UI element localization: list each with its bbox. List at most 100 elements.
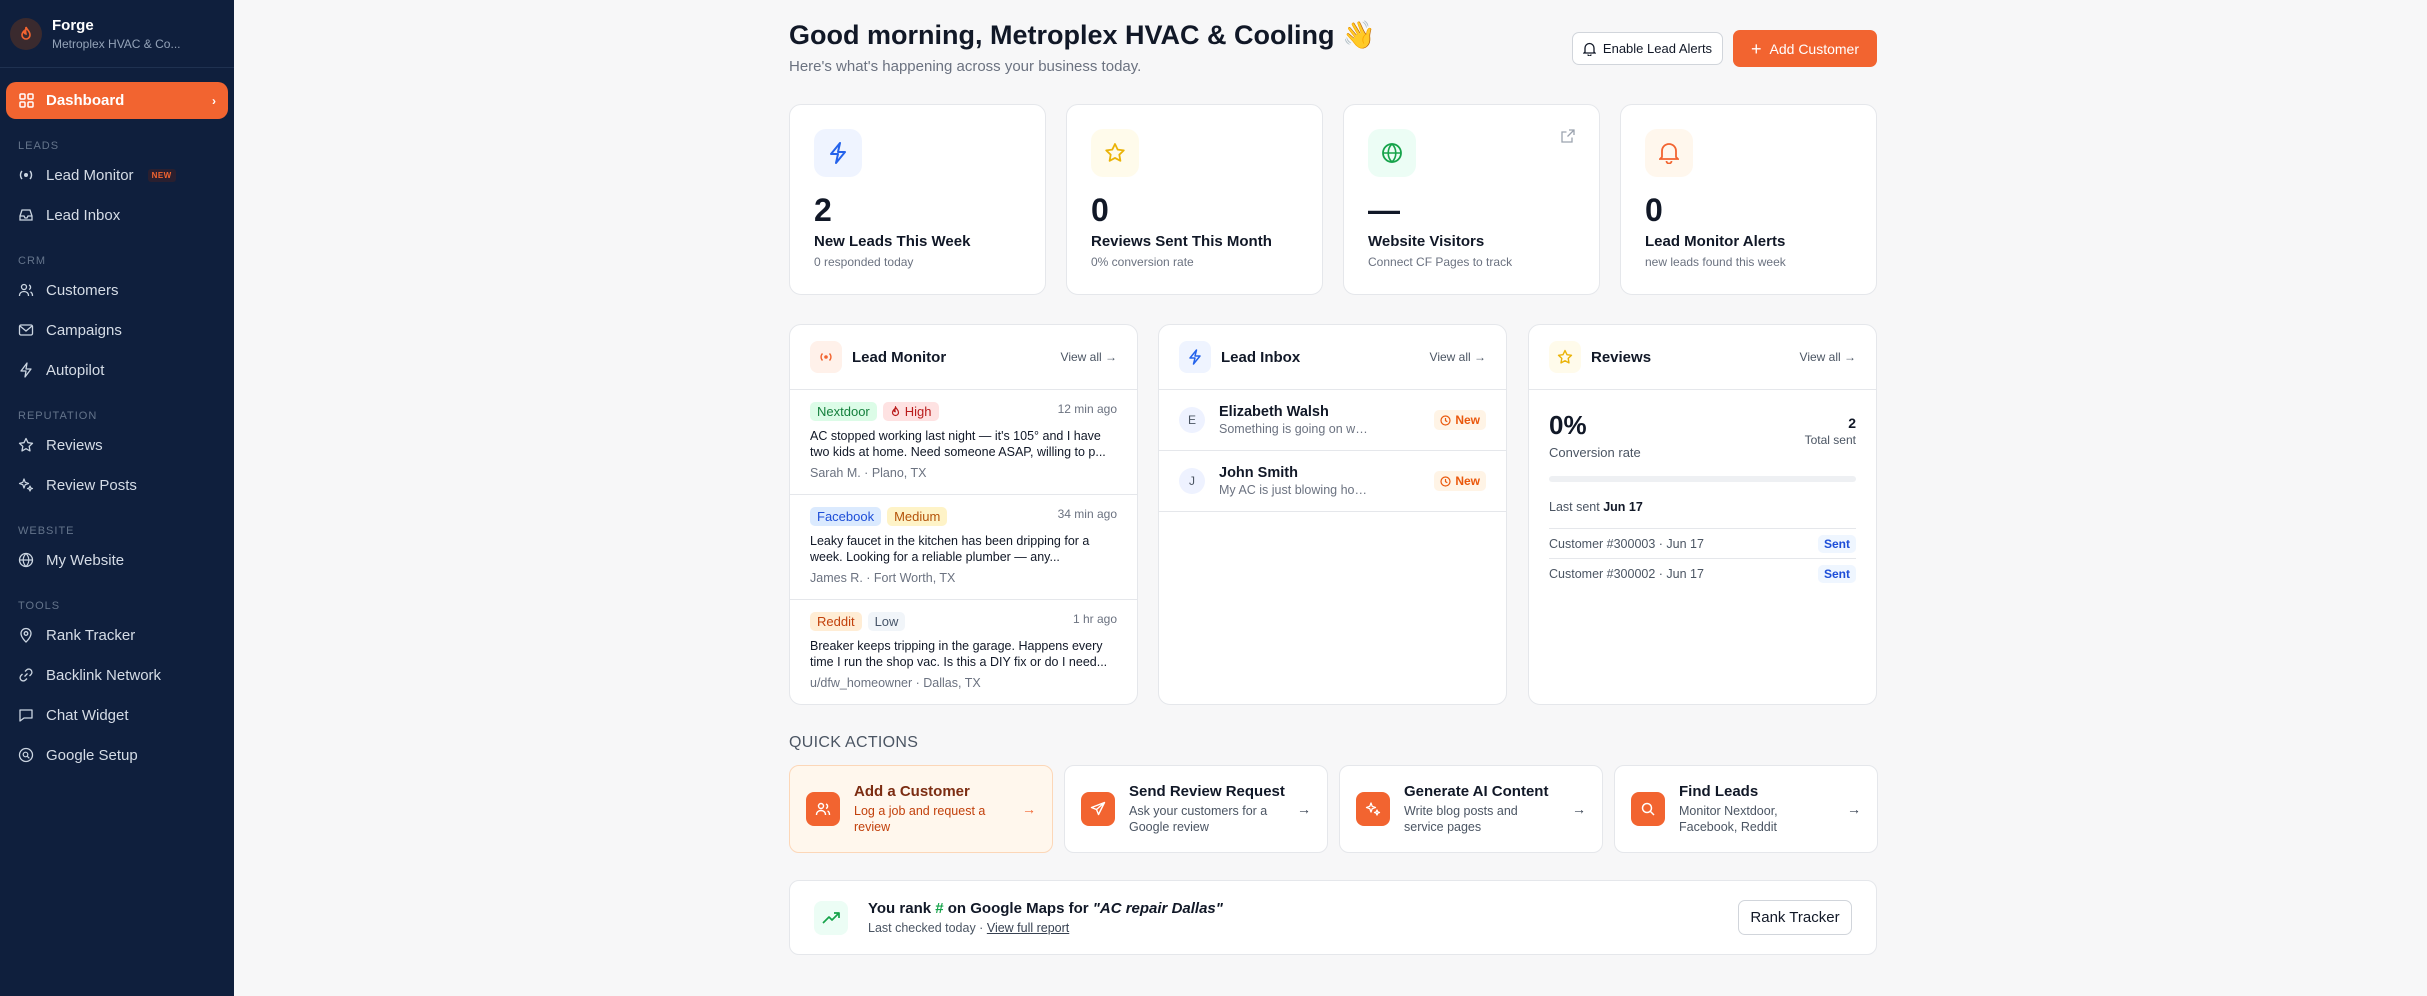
- arrow-right-icon: →: [1022, 801, 1036, 817]
- radio-icon: [810, 341, 842, 373]
- rank-position: #: [935, 900, 944, 917]
- list-item[interactable]: E Elizabeth Walsh Something is going on …: [1159, 390, 1506, 451]
- rank-checked: Last checked today · View full report: [868, 921, 1223, 935]
- sidebar-item-campaigns[interactable]: Campaigns: [6, 310, 228, 350]
- quick-action-title: Add a Customer: [854, 783, 970, 800]
- last-sent: Last sent Jun 17: [1549, 500, 1856, 514]
- stat-card-website-visitors[interactable]: — Website Visitors Connect CF Pages to t…: [1343, 104, 1600, 295]
- sidebar-item-label: Google Setup: [46, 746, 138, 764]
- view-all-link[interactable]: View all →: [1430, 350, 1486, 364]
- sidebar-item-reviews[interactable]: Reviews: [6, 425, 228, 465]
- status-badge: Sent: [1817, 534, 1856, 553]
- external-link-icon[interactable]: [1561, 129, 1575, 148]
- quick-action-title: Find Leads: [1679, 783, 1759, 800]
- lead-monitor-card: Lead Monitor View all → Nextdoor High 12…: [789, 324, 1138, 705]
- review-row[interactable]: Customer #300002 · Jun 17 Sent: [1549, 558, 1856, 588]
- new-badge: NEW: [147, 168, 176, 182]
- list-item[interactable]: Facebook Medium 34 min ago Leaky faucet …: [790, 495, 1137, 600]
- lead-text: AC stopped working last night — it's 105…: [810, 429, 1106, 459]
- quick-action-find-leads[interactable]: Find Leads Monitor Nextdoor, Facebook, R…: [1614, 765, 1878, 853]
- quick-action-desc: Write blog posts and service pages: [1404, 804, 1518, 834]
- status-badge: Sent: [1817, 564, 1856, 583]
- chevron-right-icon: ›: [212, 93, 216, 108]
- section-reputation: REPUTATION: [18, 410, 98, 422]
- timestamp: 34 min ago: [1057, 507, 1117, 521]
- status-label: New: [1455, 413, 1480, 427]
- stat-value: 2: [814, 192, 832, 228]
- total-sent-value: 2: [1848, 415, 1856, 431]
- quick-action-generate-ai-content[interactable]: Generate AI Content Write blog posts and…: [1339, 765, 1603, 853]
- star-icon: [1091, 129, 1139, 177]
- link-icon: [18, 667, 34, 683]
- stat-sub: 0% conversion rate: [1091, 255, 1194, 269]
- add-customer-button[interactable]: + Add Customer: [1733, 30, 1877, 67]
- sparkles-icon: [18, 477, 34, 493]
- quick-action-desc: Log a job and request a review: [854, 804, 986, 834]
- card-header: Lead Inbox View all →: [1159, 325, 1506, 390]
- lead-text: Breaker keeps tripping in the garage. Ha…: [810, 639, 1108, 669]
- list-item[interactable]: Reddit Low 1 hr ago Breaker keeps trippi…: [790, 600, 1137, 704]
- sidebar-item-google-setup[interactable]: Google Setup: [6, 735, 228, 775]
- add-customer-label: Add Customer: [1769, 40, 1859, 57]
- view-full-report-link[interactable]: View full report: [987, 921, 1069, 935]
- review-row-label: Customer #300002 · Jun 17: [1549, 566, 1704, 581]
- review-row[interactable]: Customer #300003 · Jun 17 Sent: [1549, 528, 1856, 558]
- enable-lead-alerts-button[interactable]: Enable Lead Alerts: [1572, 32, 1723, 65]
- stat-card-reviews-sent[interactable]: 0 Reviews Sent This Month 0% conversion …: [1066, 104, 1323, 295]
- total-sent-label: Total sent: [1804, 433, 1856, 447]
- globe-icon: [1368, 129, 1416, 177]
- stat-value: —: [1368, 192, 1400, 228]
- stat-card-new-leads[interactable]: 2 New Leads This Week 0 responded today: [789, 104, 1046, 295]
- quick-action-send-review-request[interactable]: Send Review Request Ask your customers f…: [1064, 765, 1328, 853]
- sidebar-item-my-website[interactable]: My Website: [6, 540, 228, 580]
- stat-card-lead-monitor-alerts[interactable]: 0 Lead Monitor Alerts new leads found th…: [1620, 104, 1877, 295]
- globe-icon: [18, 552, 34, 568]
- flame-icon: [891, 406, 899, 417]
- review-row-label: Customer #300003 · Jun 17: [1549, 536, 1704, 551]
- users-icon: [18, 282, 34, 298]
- list-item[interactable]: Nextdoor High 12 min ago AC stopped work…: [790, 390, 1137, 495]
- sidebar-item-autopilot[interactable]: Autopilot: [6, 350, 228, 390]
- users-icon: [806, 792, 840, 826]
- timestamp: 12 min ago: [1057, 402, 1117, 416]
- quick-actions-title: QUICK ACTIONS: [789, 734, 919, 751]
- sidebar-item-dashboard[interactable]: Dashboard ›: [6, 82, 228, 119]
- arrow-right-icon: →: [1847, 801, 1861, 817]
- arrow-right-icon: →: [1572, 801, 1586, 817]
- sidebar-item-chat-widget[interactable]: Chat Widget: [6, 695, 228, 735]
- last-sent-date: Jun 17: [1603, 500, 1643, 514]
- quick-action-add-customer[interactable]: Add a Customer Log a job and request a r…: [789, 765, 1053, 853]
- sidebar: Forge Metroplex HVAC & Co... Dashboard ›…: [0, 0, 234, 996]
- card-header: Lead Monitor View all →: [790, 325, 1137, 390]
- rank-tracker-button[interactable]: Rank Tracker: [1738, 900, 1852, 935]
- bell-icon: [1645, 129, 1693, 177]
- card-header: Reviews View all →: [1529, 325, 1876, 390]
- sidebar-item-lead-inbox[interactable]: Lead Inbox: [6, 195, 228, 235]
- status-badge: New: [1434, 410, 1486, 430]
- message-preview: My AC is just blowing hot air: [1219, 483, 1369, 497]
- rank-banner: You rank # on Google Maps for "AC repair…: [789, 880, 1877, 955]
- brand[interactable]: Forge Metroplex HVAC & Co...: [0, 0, 234, 68]
- sidebar-item-lead-monitor[interactable]: Lead Monitor NEW: [6, 155, 228, 195]
- card-title: Lead Inbox: [1221, 348, 1301, 366]
- clock-icon: [1440, 475, 1451, 487]
- priority-tag: Medium: [887, 507, 948, 526]
- sidebar-item-review-posts[interactable]: Review Posts: [6, 465, 228, 505]
- bell-icon: [1582, 42, 1596, 56]
- sparkles-icon: [1356, 792, 1390, 826]
- sidebar-item-label: Lead Monitor: [46, 166, 134, 184]
- sidebar-item-customers[interactable]: Customers: [6, 270, 228, 310]
- list-item[interactable]: J John Smith My AC is just blowing hot a…: [1159, 451, 1506, 512]
- view-all-link[interactable]: View all →: [1061, 350, 1117, 364]
- section-website: WEBSITE: [18, 525, 75, 537]
- priority-tag: High: [882, 402, 939, 421]
- page-title: Good morning, Metroplex HVAC & Cooling 👋: [789, 20, 1376, 50]
- view-all-link[interactable]: View all →: [1800, 350, 1856, 364]
- sidebar-item-backlink-network[interactable]: Backlink Network: [6, 655, 228, 695]
- page-subtitle: Here's what's happening across your busi…: [789, 58, 1142, 75]
- flame-icon: [10, 17, 42, 50]
- trending-up-icon: [814, 900, 848, 935]
- sidebar-item-rank-tracker[interactable]: Rank Tracker: [6, 615, 228, 655]
- rank-keyword: "AC repair Dallas": [1092, 900, 1223, 917]
- sidebar-item-label: Lead Inbox: [46, 206, 121, 224]
